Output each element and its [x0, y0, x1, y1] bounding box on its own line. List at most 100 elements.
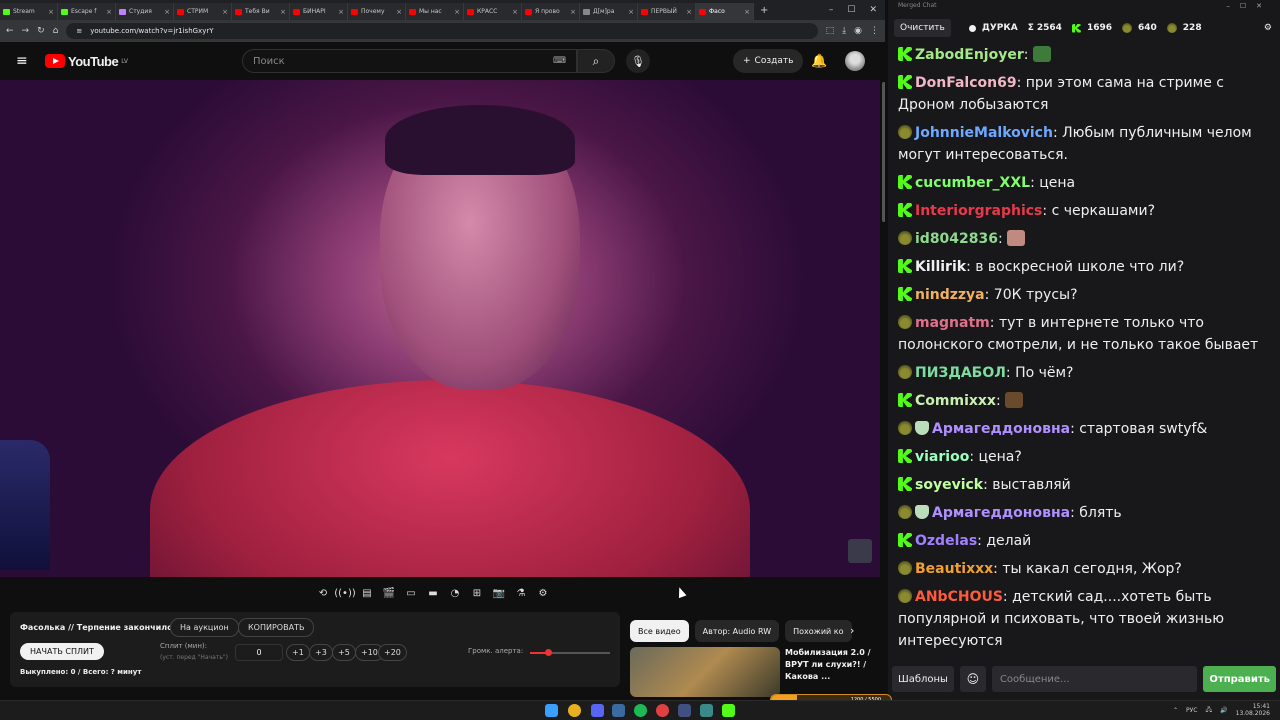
- settings-icon[interactable]: ⚙: [534, 584, 552, 602]
- tab-close-icon[interactable]: ×: [686, 8, 692, 16]
- chat-window-controls[interactable]: –☐✕: [1226, 2, 1272, 10]
- broadcast-icon[interactable]: ((•)): [334, 584, 356, 602]
- language-indicator[interactable]: РУС: [1186, 707, 1197, 714]
- tab-close-icon[interactable]: ×: [338, 8, 344, 16]
- hamburger-menu-icon[interactable]: ≡: [16, 53, 30, 69]
- notifications-bell-icon[interactable]: 🔔: [811, 54, 827, 69]
- chat-message[interactable]: ANbCHOUS: детский сад....хотеть быть поп…: [898, 586, 1270, 652]
- chat-username[interactable]: soyevick: [915, 477, 983, 493]
- copy-button[interactable]: КОПИРОВАТЬ: [238, 618, 315, 637]
- chat-username[interactable]: Commixxx: [915, 393, 996, 409]
- extensions-icon[interactable]: ⬚: [826, 26, 835, 36]
- chat-username[interactable]: ZabodEnjoyer: [915, 47, 1024, 63]
- clear-button[interactable]: Очистить: [894, 19, 951, 37]
- tab-close-icon[interactable]: ×: [396, 8, 402, 16]
- tab-10[interactable]: Д[м]ра ×: [580, 3, 638, 20]
- back-icon[interactable]: ←: [6, 26, 14, 36]
- filter-chip[interactable]: Автор: Audio RW: [694, 620, 780, 642]
- send-button[interactable]: Отправить: [1203, 666, 1276, 692]
- chat-username[interactable]: viarioo: [915, 449, 969, 465]
- chat-message[interactable]: magnatm: тут в интернете только что поло…: [898, 312, 1270, 356]
- reload-icon[interactable]: ↻: [37, 26, 45, 36]
- chat-message[interactable]: ПИЗДАБОЛ: По чём?: [898, 362, 1270, 384]
- youtube-logo[interactable]: YouTube LV: [45, 54, 128, 69]
- kick-icon[interactable]: [722, 704, 735, 717]
- tab-close-icon[interactable]: ×: [454, 8, 460, 16]
- chat-username[interactable]: nindzzya: [915, 287, 985, 303]
- close-icon[interactable]: ✕: [869, 5, 877, 15]
- url-field[interactable]: ≡ youtube.com/watch?v=jr1ishGxyrY: [66, 23, 818, 39]
- recommended-video[interactable]: Мобилизация 2.0 / ВРУТ ли слухи?! / Како…: [630, 647, 880, 697]
- chat-message[interactable]: JohnnieMalkovich: Любым публичным челом …: [898, 122, 1270, 166]
- clock[interactable]: 15:41 13.08.2026: [1236, 703, 1270, 717]
- app2-icon[interactable]: [700, 704, 713, 717]
- auction-button[interactable]: На аукцион: [170, 618, 239, 637]
- chat-message[interactable]: Beautixxx: ты какал сегодня, Жор?: [898, 558, 1270, 580]
- tab-1[interactable]: Escape f ×: [58, 3, 116, 20]
- recommended-title[interactable]: Мобилизация 2.0 / ВРУТ ли слухи?! / Како…: [785, 647, 877, 683]
- tray-chevron-icon[interactable]: ⌃: [1173, 707, 1178, 714]
- recommended-thumbnail[interactable]: [630, 647, 780, 697]
- tab-2[interactable]: Студия ×: [116, 3, 174, 20]
- tab-close-icon[interactable]: ×: [570, 8, 576, 16]
- start-split-button[interactable]: НАЧАТЬ СПЛИТ: [20, 643, 104, 660]
- chat-message[interactable]: Killirik: в воскресной школе что ли?: [898, 256, 1270, 278]
- chat-username[interactable]: ANbCHOUS: [915, 589, 1003, 605]
- chat-username[interactable]: Interiorgraphics: [915, 203, 1042, 219]
- clapper-icon[interactable]: 🎬: [380, 584, 398, 602]
- chat-username[interactable]: cucumber_XXL: [915, 175, 1030, 191]
- add-icon[interactable]: ⊞: [468, 584, 486, 602]
- search-input[interactable]: Поиск ⌨: [242, 49, 577, 73]
- tab-9[interactable]: Я прово ×: [522, 3, 580, 20]
- tab-close-icon[interactable]: ×: [628, 8, 634, 16]
- search-button[interactable]: ⌕: [577, 49, 615, 73]
- chat-username[interactable]: Ozdelas: [915, 533, 977, 549]
- tab-3[interactable]: СТРИМ ×: [174, 3, 232, 20]
- playlist-icon[interactable]: ▤: [358, 584, 376, 602]
- steam-icon[interactable]: [612, 704, 625, 717]
- tab-close-icon[interactable]: ×: [222, 8, 228, 16]
- flask-icon[interactable]: ⚗: [512, 584, 530, 602]
- chat-settings-icon[interactable]: ⚙: [1264, 23, 1272, 33]
- chat-username[interactable]: Killirik: [915, 259, 966, 275]
- tab-5[interactable]: БИНАРІ ×: [290, 3, 348, 20]
- filter-chip[interactable]: Похожий ко: [785, 620, 852, 642]
- app-icon[interactable]: [678, 704, 691, 717]
- site-info-icon[interactable]: ≡: [76, 27, 82, 35]
- chat-username[interactable]: magnatm: [915, 315, 990, 331]
- tab-close-icon[interactable]: ×: [164, 8, 170, 16]
- chat-messages[interactable]: ZabodEnjoyer: DonFalcon69: при этом сама…: [888, 44, 1280, 659]
- filter-chip[interactable]: Все видео: [630, 620, 689, 642]
- split-minutes-input[interactable]: 0: [235, 644, 283, 661]
- tab-close-icon[interactable]: ×: [106, 8, 112, 16]
- download-icon[interactable]: ⤓: [842, 26, 846, 36]
- obs-icon[interactable]: [656, 704, 669, 717]
- spotify-icon[interactable]: [634, 704, 647, 717]
- chat-message[interactable]: soyevick: выставляй: [898, 474, 1270, 496]
- volume-icon[interactable]: 🔊: [1220, 707, 1227, 714]
- chat-username[interactable]: DonFalcon69: [915, 75, 1017, 91]
- tab-close-icon[interactable]: ×: [744, 8, 750, 16]
- chat-message[interactable]: cucumber_XXL: цена: [898, 172, 1270, 194]
- tab-11[interactable]: ПЕРВЫЙ ×: [638, 3, 696, 20]
- discord-icon[interactable]: [591, 704, 604, 717]
- emoji-picker-icon[interactable]: ☺: [959, 666, 986, 692]
- chat-message[interactable]: viarioo: цена?: [898, 446, 1270, 468]
- chat-message[interactable]: Армагеддоновна: стартовая swtyf&: [898, 418, 1270, 440]
- camera-icon[interactable]: 📷: [490, 584, 508, 602]
- chat-message[interactable]: id8042836:: [898, 228, 1270, 250]
- menu-icon[interactable]: ⋮: [870, 26, 879, 36]
- templates-button[interactable]: Шаблоны: [892, 666, 954, 692]
- chat-username[interactable]: id8042836: [915, 231, 998, 247]
- tab-7[interactable]: Мы нас ×: [406, 3, 464, 20]
- chat-username[interactable]: ПИЗДАБОЛ: [915, 365, 1006, 381]
- tab-6[interactable]: Почему ×: [348, 3, 406, 20]
- voice-search-button[interactable]: 🎙: [626, 49, 650, 73]
- video-player[interactable]: [0, 80, 880, 577]
- tab-4[interactable]: Тебя Ви ×: [232, 3, 290, 20]
- speed-icon[interactable]: ◔: [446, 584, 464, 602]
- network-icon[interactable]: 🖧: [1205, 705, 1212, 715]
- maximize-icon[interactable]: ☐: [847, 5, 855, 15]
- start-menu-icon[interactable]: [545, 704, 558, 717]
- minimize-icon[interactable]: –: [829, 5, 834, 15]
